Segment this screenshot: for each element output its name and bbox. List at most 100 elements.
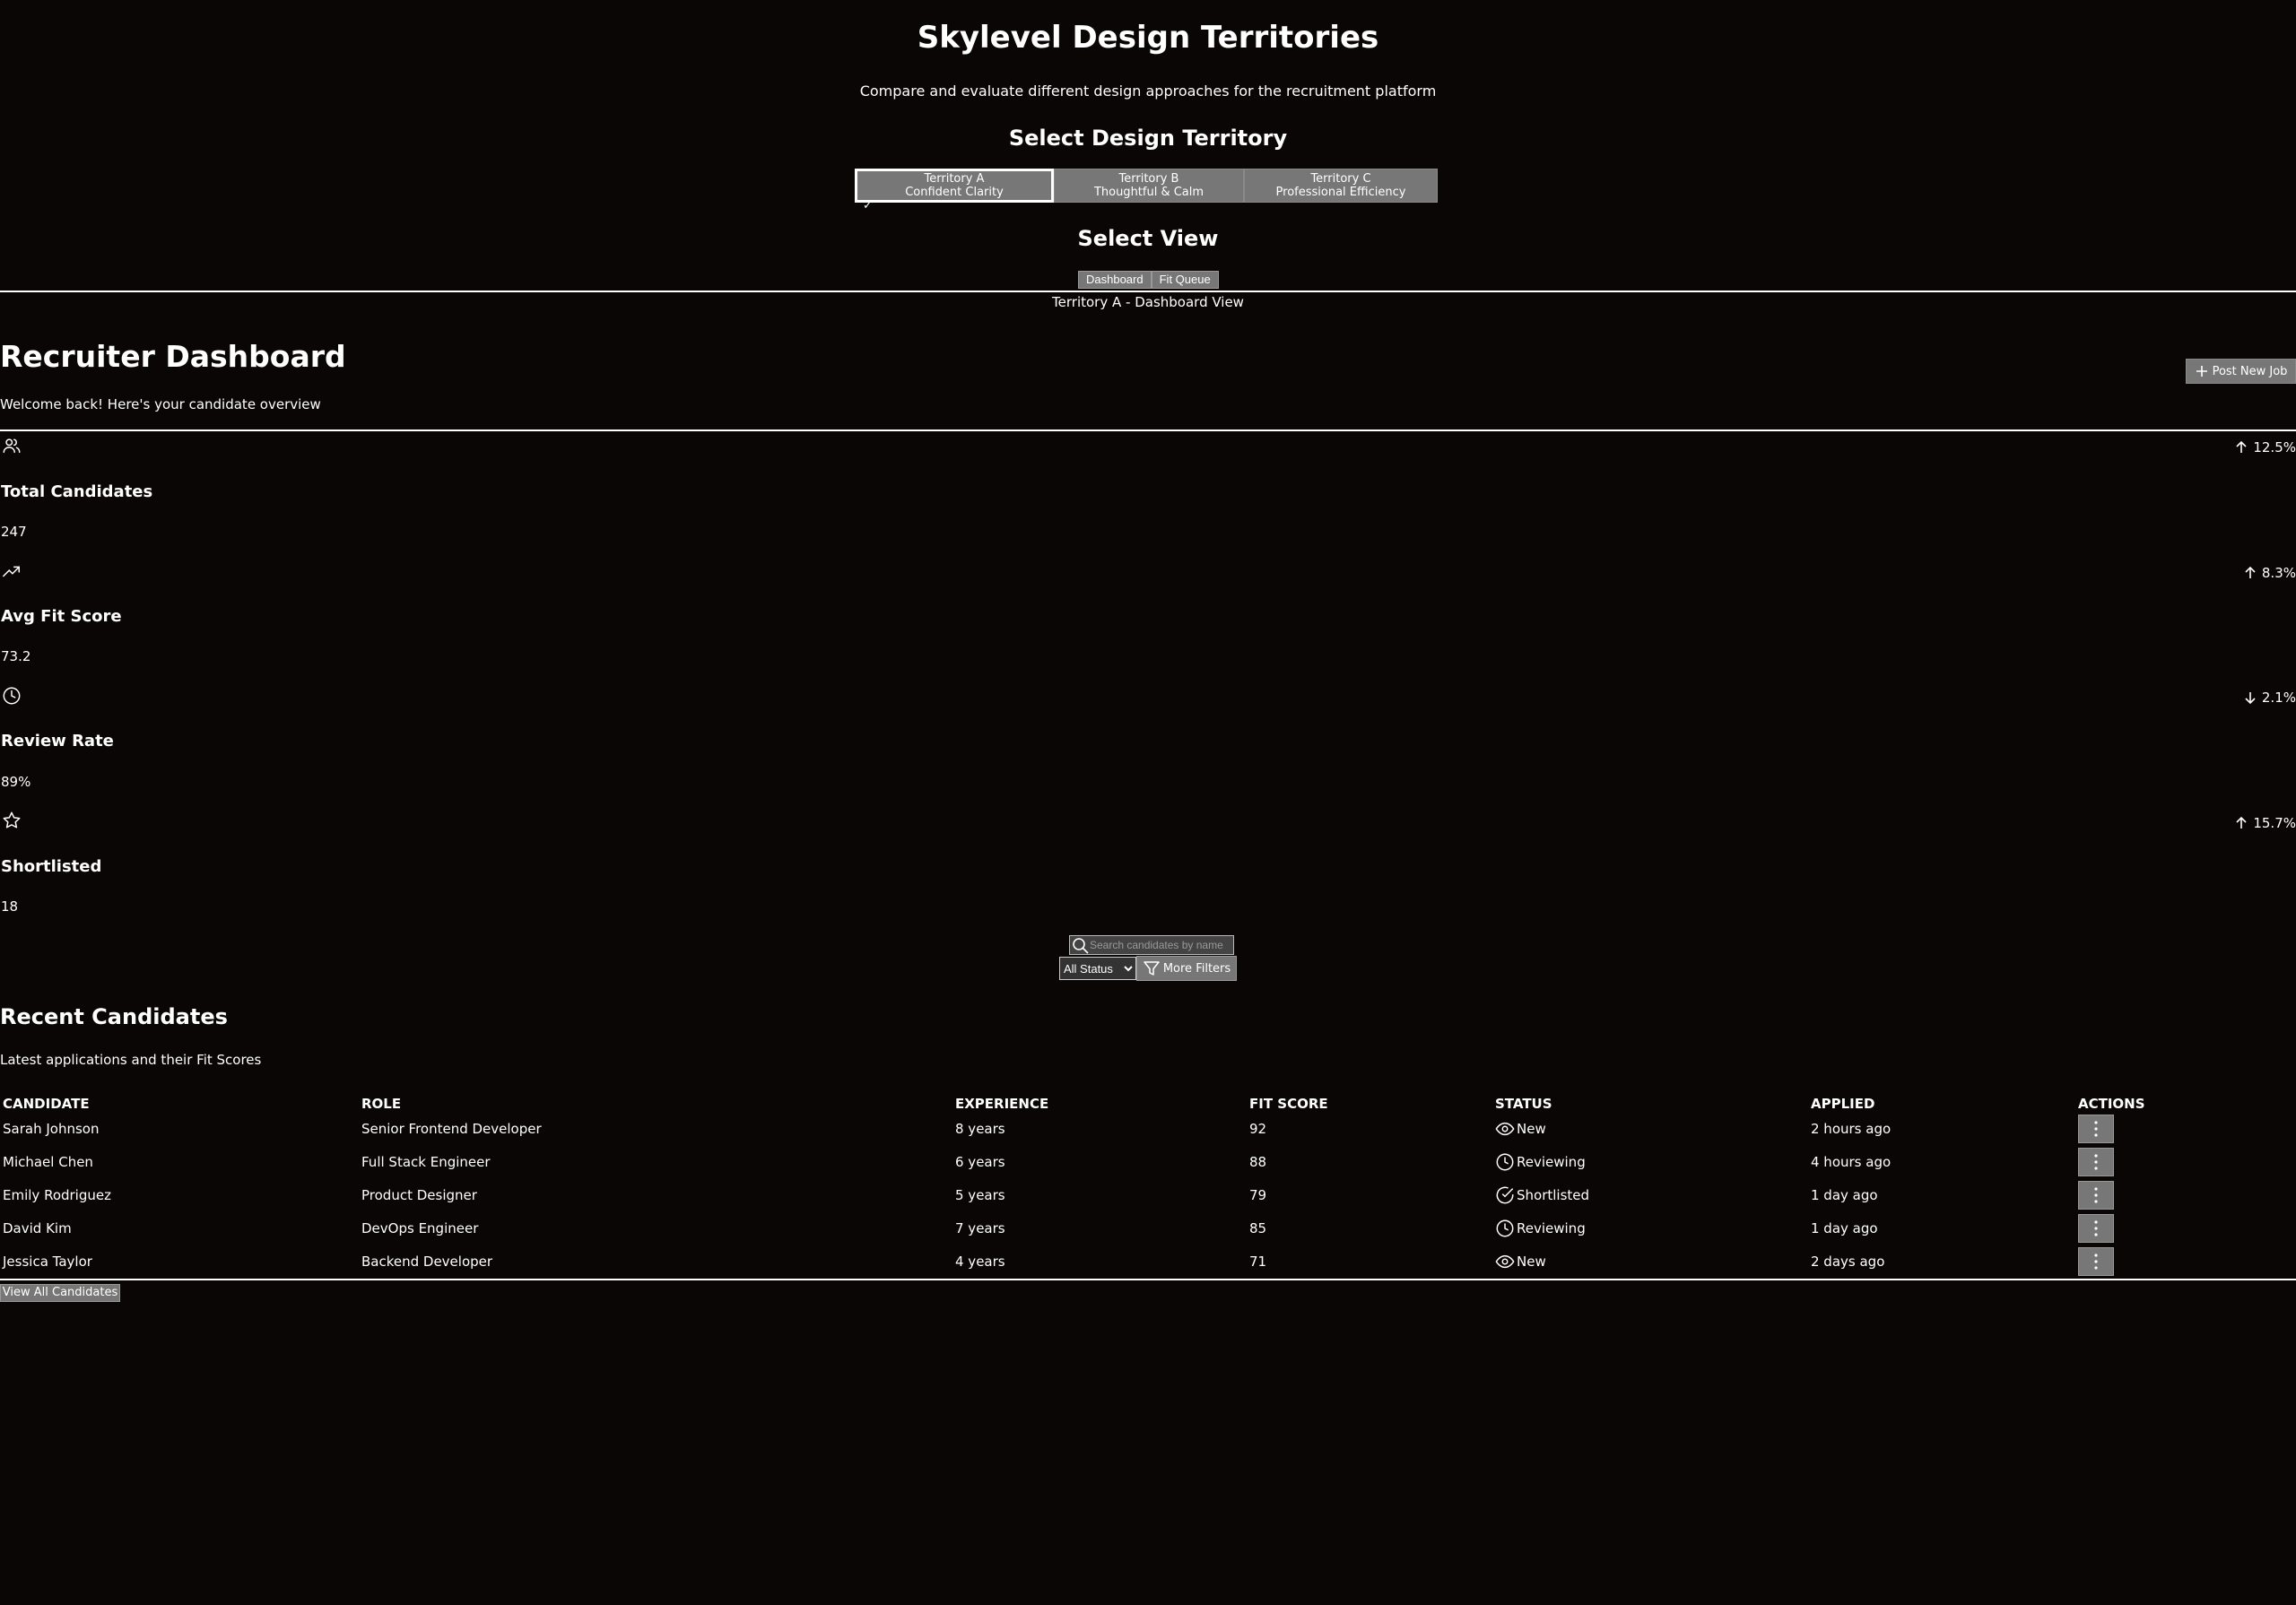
territory-a-button[interactable]: Territory A Confident Clarity <box>855 169 1054 203</box>
territory-c-button[interactable]: Territory C Professional Efficiency <box>1244 169 1438 203</box>
candidate-experience: 8 years <box>955 1120 1005 1137</box>
candidate-experience: 7 years <box>955 1219 1005 1236</box>
candidate-name: Jessica Taylor <box>3 1253 92 1270</box>
territory-a-name: Territory A <box>924 172 985 186</box>
stat-label: Shortlisted <box>1 857 102 876</box>
status-cell: New <box>1492 1245 1808 1278</box>
eye-icon <box>1495 1254 1515 1268</box>
trending-up-icon <box>3 566 20 577</box>
dashboard-view-button[interactable]: Dashboard <box>1078 271 1152 289</box>
view-all-candidates-button[interactable]: View All Candidates <box>0 1284 120 1302</box>
table-row[interactable]: Emily Rodriguez Product Designer 5 years… <box>0 1178 2278 1211</box>
column-header-applied: APPLIED <box>1811 1096 1875 1112</box>
territory-c-tagline: Professional Efficiency <box>1275 186 1406 199</box>
table-row[interactable]: Jessica Taylor Backend Developer 4 years… <box>0 1245 2278 1278</box>
territory-b-tagline: Thoughtful & Calm <box>1093 186 1205 199</box>
candidate-role: Product Designer <box>361 1186 477 1203</box>
star-icon <box>3 811 21 829</box>
eye-icon <box>1495 1122 1515 1135</box>
stat-change: 15.7% <box>2233 815 2296 831</box>
candidate-applied: 2 days ago <box>1811 1253 1885 1270</box>
candidate-role: Senior Frontend Developer <box>361 1120 542 1137</box>
divider <box>0 1279 2296 1280</box>
candidate-applied: 4 hours ago <box>1811 1153 1892 1170</box>
status-cell: Reviewing <box>1492 1211 1808 1245</box>
candidate-fit-score: 85 <box>1249 1219 1267 1236</box>
stat-label: Total Candidates <box>1 482 153 501</box>
territory-b-button[interactable]: Territory B Thoughtful & Calm <box>1054 169 1244 203</box>
search-input[interactable] <box>1090 937 1224 953</box>
candidate-applied: 2 hours ago <box>1811 1120 1892 1137</box>
stat-change-value: 15.7% <box>2253 815 2296 831</box>
search-box <box>1069 935 1234 955</box>
view-heading: Select View <box>1077 226 1219 251</box>
actions-cell <box>2075 1211 2278 1245</box>
territory-selector: Territory A Confident Clarity Territory … <box>855 169 1438 203</box>
territory-b-name: Territory B <box>1118 172 1179 186</box>
more-filters-label: More Filters <box>1162 961 1231 976</box>
status-filter-select[interactable]: All Status <box>1059 957 1136 980</box>
candidate-name: David Kim <box>3 1219 72 1236</box>
stat-change: 12.5% <box>2233 439 2296 455</box>
actions-cell <box>2075 1112 2278 1145</box>
stat-change: 8.3% <box>2242 565 2296 581</box>
candidate-name: Michael Chen <box>3 1153 93 1170</box>
actions-cell <box>2075 1145 2278 1178</box>
post-new-job-label: Post New Job <box>2212 364 2288 378</box>
more-vertical-icon <box>2094 1219 2098 1236</box>
candidate-fit-score: 79 <box>1249 1186 1267 1203</box>
candidate-experience: 5 years <box>955 1186 1005 1203</box>
candidate-role: Backend Developer <box>361 1253 493 1270</box>
candidate-experience: 4 years <box>955 1253 1005 1270</box>
status-badge: New <box>1517 1120 1546 1137</box>
status-badge: Shortlisted <box>1517 1186 1590 1203</box>
candidate-name: Emily Rodriguez <box>3 1186 111 1203</box>
table-row[interactable]: Sarah Johnson Senior Frontend Developer … <box>0 1112 2278 1145</box>
table-row[interactable]: David Kim DevOps Engineer 7 years 85 Rev… <box>0 1211 2278 1245</box>
stat-change-value: 12.5% <box>2253 439 2296 455</box>
candidate-experience: 6 years <box>955 1153 1005 1170</box>
candidate-role: DevOps Engineer <box>361 1219 479 1236</box>
territory-heading: Select Design Territory <box>1008 126 1288 151</box>
territory-c-name: Territory C <box>1310 172 1371 186</box>
candidate-name: Sarah Johnson <box>3 1120 100 1137</box>
table-row[interactable]: Michael Chen Full Stack Engineer 6 years… <box>0 1145 2278 1178</box>
status-badge: New <box>1517 1253 1546 1270</box>
candidate-applied: 1 day ago <box>1811 1219 1878 1236</box>
stat-label: Avg Fit Score <box>1 607 122 626</box>
more-filters-button[interactable]: More Filters <box>1136 956 1237 981</box>
stat-value: 247 <box>1 524 27 540</box>
view-selector: Dashboard Fit Queue <box>1078 271 1219 289</box>
row-actions-button[interactable] <box>2078 1147 2114 1176</box>
row-actions-button[interactable] <box>2078 1246 2114 1276</box>
recent-candidates-subtitle: Latest applications and their Fit Scores <box>0 1052 262 1068</box>
divider <box>0 291 2296 292</box>
plus-icon <box>2196 366 2207 377</box>
fit-queue-view-button[interactable]: Fit Queue <box>1151 271 1219 289</box>
dashboard-title: Recruiter Dashboard <box>0 339 346 374</box>
actions-cell <box>2075 1245 2278 1278</box>
row-actions-button[interactable] <box>2078 1114 2114 1143</box>
clock-icon <box>1496 1153 1514 1170</box>
column-header-fit-score: FIT SCORE <box>1249 1096 1328 1112</box>
status-cell: Reviewing <box>1492 1145 1808 1178</box>
arrow-up-icon <box>2245 566 2256 578</box>
status-badge: Reviewing <box>1517 1153 1586 1170</box>
post-new-job-button[interactable]: Post New Job <box>2186 359 2296 384</box>
column-header-actions: ACTIONS <box>2078 1096 2145 1112</box>
stat-label: Review Rate <box>1 732 114 750</box>
arrow-up-icon <box>2236 816 2247 829</box>
candidate-role: Full Stack Engineer <box>361 1153 491 1170</box>
status-cell: New <box>1492 1112 1808 1145</box>
table-header-row: CANDIDATE ROLE EXPERIENCE FIT SCORE STAT… <box>0 1085 2278 1112</box>
row-actions-button[interactable] <box>2078 1180 2114 1210</box>
row-actions-button[interactable] <box>2078 1213 2114 1243</box>
stat-change-value: 2.1% <box>2261 690 2296 706</box>
stat-value: 18 <box>1 898 19 915</box>
clock-icon <box>1496 1219 1514 1236</box>
more-vertical-icon <box>2094 1120 2098 1137</box>
active-check-icon: ✓ <box>863 199 873 213</box>
arrow-down-icon <box>2245 692 2256 705</box>
stat-value: 73.2 <box>1 648 31 664</box>
clock-icon <box>3 687 21 705</box>
